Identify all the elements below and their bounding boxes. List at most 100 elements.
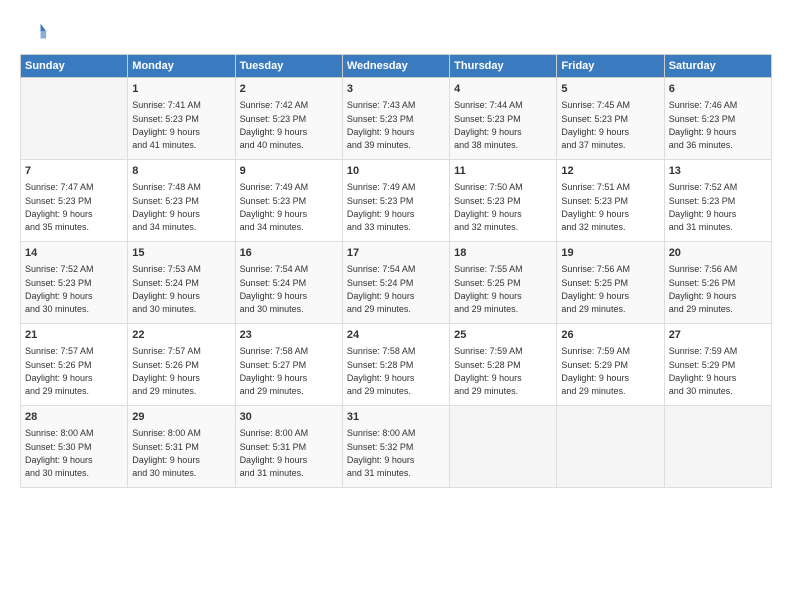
header bbox=[20, 18, 772, 46]
calendar-cell bbox=[664, 406, 771, 488]
day-info: Sunrise: 7:49 AM Sunset: 5:23 PM Dayligh… bbox=[347, 182, 416, 232]
day-info: Sunrise: 7:43 AM Sunset: 5:23 PM Dayligh… bbox=[347, 100, 416, 150]
calendar-week: 28Sunrise: 8:00 AM Sunset: 5:30 PM Dayli… bbox=[21, 406, 772, 488]
calendar-cell: 15 Sunrise: 7:53 AM Sunset: 5:24 PM Dayli… bbox=[128, 242, 235, 324]
day-info: Sunrise: 8:00 AM Sunset: 5:31 PM Dayligh… bbox=[240, 428, 309, 478]
day-info: Sunrise: 7:53 AM Sunset: 5:24 PM Dayligh… bbox=[132, 264, 201, 314]
day-number: 27 bbox=[669, 328, 767, 343]
header-day: Wednesday bbox=[342, 55, 449, 78]
day-number: 28 bbox=[25, 410, 123, 425]
calendar-cell: 14Sunrise: 7:52 AM Sunset: 5:23 PM Dayli… bbox=[21, 242, 128, 324]
calendar-cell bbox=[557, 406, 664, 488]
day-info: Sunrise: 7:44 AM Sunset: 5:23 PM Dayligh… bbox=[454, 100, 523, 150]
day-number: 22 bbox=[132, 328, 230, 343]
day-info: Sunrise: 8:00 AM Sunset: 5:32 PM Dayligh… bbox=[347, 428, 416, 478]
day-number: 23 bbox=[240, 328, 338, 343]
day-info: Sunrise: 7:56 AM Sunset: 5:26 PM Dayligh… bbox=[669, 264, 738, 314]
day-info: Sunrise: 7:55 AM Sunset: 5:25 PM Dayligh… bbox=[454, 264, 523, 314]
day-number: 11 bbox=[454, 164, 552, 179]
calendar-cell: 9 Sunrise: 7:49 AM Sunset: 5:23 PM Daylig… bbox=[235, 160, 342, 242]
day-number: 31 bbox=[347, 410, 445, 425]
page: SundayMondayTuesdayWednesdayThursdayFrid… bbox=[0, 0, 792, 612]
day-info: Sunrise: 7:54 AM Sunset: 5:24 PM Dayligh… bbox=[240, 264, 309, 314]
day-number: 10 bbox=[347, 164, 445, 179]
calendar-cell: 18 Sunrise: 7:55 AM Sunset: 5:25 PM Dayli… bbox=[450, 242, 557, 324]
calendar-cell: 10 Sunrise: 7:49 AM Sunset: 5:23 PM Dayli… bbox=[342, 160, 449, 242]
day-info: Sunrise: 7:57 AM Sunset: 5:26 PM Dayligh… bbox=[25, 346, 94, 396]
calendar-cell: 2 Sunrise: 7:42 AM Sunset: 5:23 PM Daylig… bbox=[235, 78, 342, 160]
header-day: Monday bbox=[128, 55, 235, 78]
calendar-cell: 24 Sunrise: 7:58 AM Sunset: 5:28 PM Dayli… bbox=[342, 324, 449, 406]
header-day: Tuesday bbox=[235, 55, 342, 78]
day-number: 13 bbox=[669, 164, 767, 179]
day-number: 20 bbox=[669, 246, 767, 261]
calendar-week: 14Sunrise: 7:52 AM Sunset: 5:23 PM Dayli… bbox=[21, 242, 772, 324]
calendar-cell: 30 Sunrise: 8:00 AM Sunset: 5:31 PM Dayli… bbox=[235, 406, 342, 488]
day-number: 9 bbox=[240, 164, 338, 179]
header-row: SundayMondayTuesdayWednesdayThursdayFrid… bbox=[21, 55, 772, 78]
day-info: Sunrise: 7:52 AM Sunset: 5:23 PM Dayligh… bbox=[669, 182, 738, 232]
calendar-cell bbox=[450, 406, 557, 488]
calendar-cell: 11 Sunrise: 7:50 AM Sunset: 5:23 PM Dayli… bbox=[450, 160, 557, 242]
day-info: Sunrise: 7:42 AM Sunset: 5:23 PM Dayligh… bbox=[240, 100, 309, 150]
day-number: 8 bbox=[132, 164, 230, 179]
day-number: 3 bbox=[347, 82, 445, 97]
calendar-cell: 23Sunrise: 7:58 AM Sunset: 5:27 PM Dayli… bbox=[235, 324, 342, 406]
calendar-cell: 12Sunrise: 7:51 AM Sunset: 5:23 PM Dayli… bbox=[557, 160, 664, 242]
day-info: Sunrise: 7:59 AM Sunset: 5:28 PM Dayligh… bbox=[454, 346, 523, 396]
logo bbox=[20, 18, 52, 46]
calendar-cell: 4 Sunrise: 7:44 AM Sunset: 5:23 PM Daylig… bbox=[450, 78, 557, 160]
calendar-cell: 25 Sunrise: 7:59 AM Sunset: 5:28 PM Dayli… bbox=[450, 324, 557, 406]
header-day: Sunday bbox=[21, 55, 128, 78]
day-number: 30 bbox=[240, 410, 338, 425]
calendar-cell: 17 Sunrise: 7:54 AM Sunset: 5:24 PM Dayli… bbox=[342, 242, 449, 324]
day-info: Sunrise: 7:46 AM Sunset: 5:23 PM Dayligh… bbox=[669, 100, 738, 150]
calendar-week: 21 Sunrise: 7:57 AM Sunset: 5:26 PM Dayli… bbox=[21, 324, 772, 406]
calendar-cell: 28Sunrise: 8:00 AM Sunset: 5:30 PM Dayli… bbox=[21, 406, 128, 488]
day-info: Sunrise: 7:54 AM Sunset: 5:24 PM Dayligh… bbox=[347, 264, 416, 314]
calendar-cell bbox=[21, 78, 128, 160]
day-info: Sunrise: 7:58 AM Sunset: 5:28 PM Dayligh… bbox=[347, 346, 416, 396]
day-number: 16 bbox=[240, 246, 338, 261]
day-number: 14 bbox=[25, 246, 123, 261]
day-info: Sunrise: 7:59 AM Sunset: 5:29 PM Dayligh… bbox=[669, 346, 738, 396]
calendar-cell: 16 Sunrise: 7:54 AM Sunset: 5:24 PM Dayli… bbox=[235, 242, 342, 324]
calendar-cell: 8 Sunrise: 7:48 AM Sunset: 5:23 PM Daylig… bbox=[128, 160, 235, 242]
calendar-cell: 5Sunrise: 7:45 AM Sunset: 5:23 PM Daylig… bbox=[557, 78, 664, 160]
day-info: Sunrise: 7:50 AM Sunset: 5:23 PM Dayligh… bbox=[454, 182, 523, 232]
calendar-cell: 29 Sunrise: 8:00 AM Sunset: 5:31 PM Dayli… bbox=[128, 406, 235, 488]
day-info: Sunrise: 7:59 AM Sunset: 5:29 PM Dayligh… bbox=[561, 346, 630, 396]
day-number: 29 bbox=[132, 410, 230, 425]
calendar-cell: 19Sunrise: 7:56 AM Sunset: 5:25 PM Dayli… bbox=[557, 242, 664, 324]
calendar-table: SundayMondayTuesdayWednesdayThursdayFrid… bbox=[20, 54, 772, 488]
day-number: 15 bbox=[132, 246, 230, 261]
logo-icon bbox=[20, 18, 48, 46]
header-day: Friday bbox=[557, 55, 664, 78]
day-info: Sunrise: 7:57 AM Sunset: 5:26 PM Dayligh… bbox=[132, 346, 201, 396]
calendar-cell: 6 Sunrise: 7:46 AM Sunset: 5:23 PM Daylig… bbox=[664, 78, 771, 160]
day-number: 24 bbox=[347, 328, 445, 343]
header-day: Saturday bbox=[664, 55, 771, 78]
day-number: 26 bbox=[561, 328, 659, 343]
day-number: 21 bbox=[25, 328, 123, 343]
calendar-cell: 13 Sunrise: 7:52 AM Sunset: 5:23 PM Dayli… bbox=[664, 160, 771, 242]
day-number: 1 bbox=[132, 82, 230, 97]
day-info: Sunrise: 7:49 AM Sunset: 5:23 PM Dayligh… bbox=[240, 182, 309, 232]
day-number: 12 bbox=[561, 164, 659, 179]
calendar-cell: 27 Sunrise: 7:59 AM Sunset: 5:29 PM Dayli… bbox=[664, 324, 771, 406]
calendar-week: 7Sunrise: 7:47 AM Sunset: 5:23 PM Daylig… bbox=[21, 160, 772, 242]
day-number: 18 bbox=[454, 246, 552, 261]
day-info: Sunrise: 7:48 AM Sunset: 5:23 PM Dayligh… bbox=[132, 182, 201, 232]
day-number: 19 bbox=[561, 246, 659, 261]
calendar-cell: 7Sunrise: 7:47 AM Sunset: 5:23 PM Daylig… bbox=[21, 160, 128, 242]
day-info: Sunrise: 8:00 AM Sunset: 5:31 PM Dayligh… bbox=[132, 428, 201, 478]
day-number: 17 bbox=[347, 246, 445, 261]
day-number: 6 bbox=[669, 82, 767, 97]
day-number: 4 bbox=[454, 82, 552, 97]
calendar-body: 1Sunrise: 7:41 AM Sunset: 5:23 PM Daylig… bbox=[21, 78, 772, 488]
day-number: 25 bbox=[454, 328, 552, 343]
calendar-cell: 26 Sunrise: 7:59 AM Sunset: 5:29 PM Dayli… bbox=[557, 324, 664, 406]
day-number: 5 bbox=[561, 82, 659, 97]
day-number: 2 bbox=[240, 82, 338, 97]
day-number: 7 bbox=[25, 164, 123, 179]
